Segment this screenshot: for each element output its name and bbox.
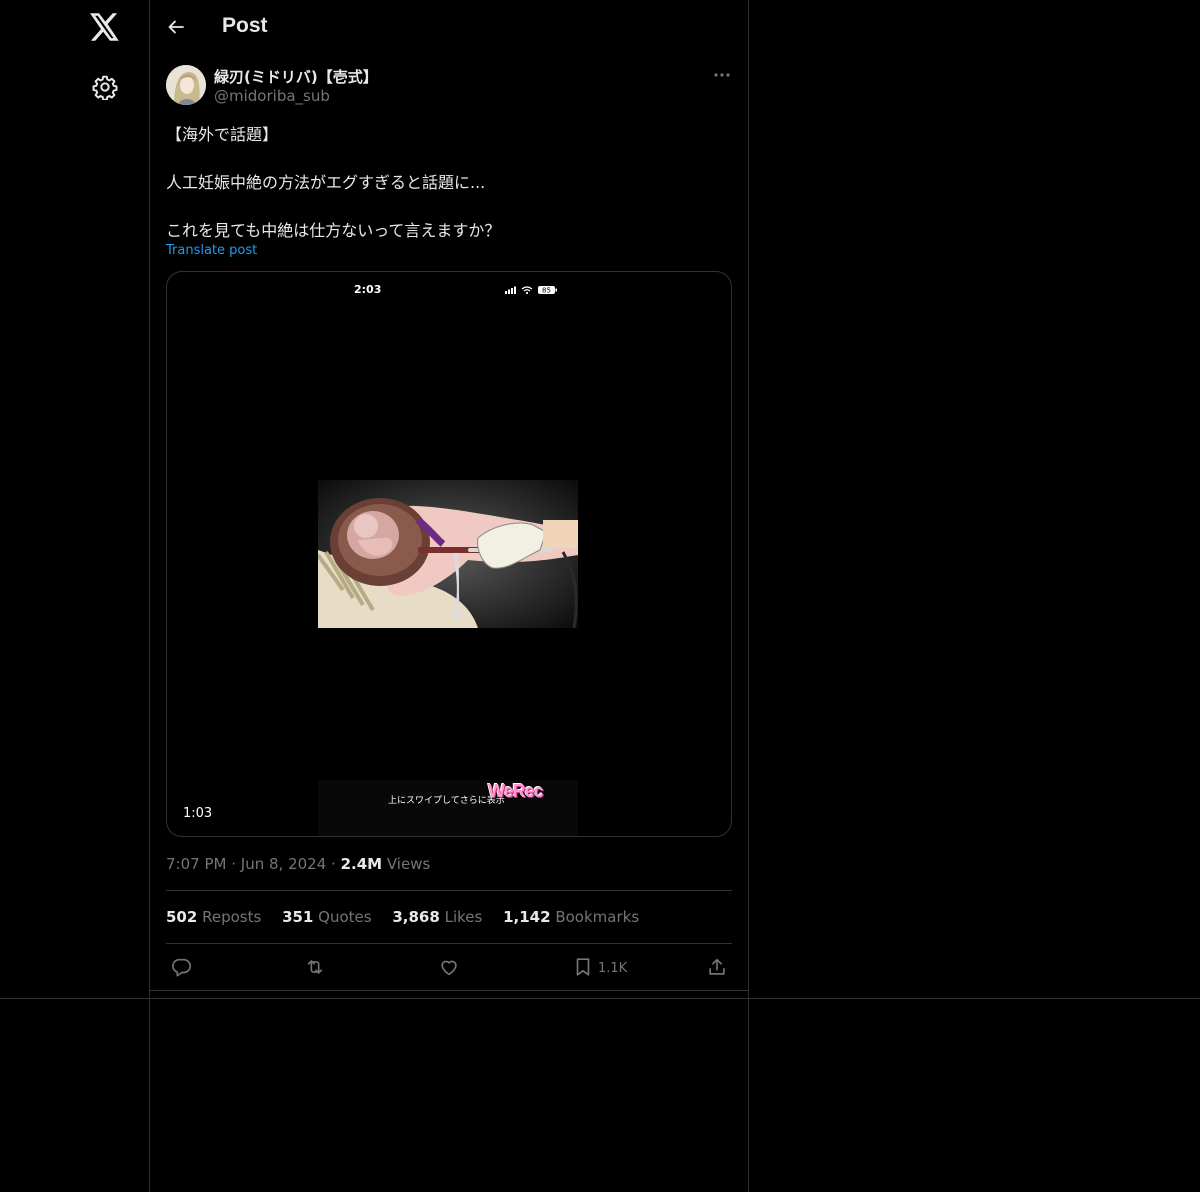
translate-post-link[interactable]: Translate post (166, 243, 257, 258)
engagement-stats: 502 Reposts 351 Quotes 3,868 Likes 1,142… (166, 908, 655, 926)
left-nav (0, 0, 149, 1192)
bookmarks-label: Bookmarks (555, 908, 640, 926)
more-options-icon[interactable] (712, 68, 732, 82)
post-text-line: 人工妊娠中絶の方法がエグすぎると話題に... (166, 173, 486, 192)
reposts-label: Reposts (202, 908, 262, 926)
post-time[interactable]: 7:07 PM (166, 855, 226, 873)
bookmarks-stat[interactable]: 1,142 Bookmarks (503, 908, 639, 926)
avatar[interactable] (166, 65, 206, 105)
repost-icon[interactable] (304, 956, 326, 978)
bookmark-icon[interactable] (572, 956, 594, 978)
action-bar: 1.1K (150, 944, 748, 990)
back-arrow-icon[interactable] (166, 17, 186, 37)
reposts-count: 502 (166, 908, 198, 926)
phone-status-time: 2:03 (354, 283, 382, 296)
horizontal-divider (0, 998, 1200, 999)
divider (150, 990, 748, 991)
post-text-line: これを見ても中絶は仕方ないって言えますか？ (166, 221, 501, 240)
likes-stat[interactable]: 3,868 Likes (392, 908, 482, 926)
post-text-line: 【海外で話題】 (166, 125, 279, 144)
quotes-count: 351 (282, 908, 314, 926)
author-handle[interactable]: @midoriba_sub (214, 87, 330, 105)
quotes-stat[interactable]: 351 Quotes (282, 908, 372, 926)
page-title: Post (222, 14, 268, 37)
werec-watermark: WeRec (488, 781, 544, 801)
reposts-stat[interactable]: 502 Reposts (166, 908, 261, 926)
video-illustration (318, 480, 578, 628)
battery-level: 85 (542, 287, 551, 295)
video-duration: 1:03 (183, 806, 213, 821)
divider (166, 890, 732, 891)
column-divider-right (748, 0, 749, 1192)
post-header: Post (150, 0, 748, 54)
bookmarks-count: 1,142 (503, 908, 551, 926)
bookmark-count: 1.1K (598, 961, 628, 976)
likes-label: Likes (444, 908, 483, 926)
heart-icon[interactable] (438, 956, 460, 978)
column-divider-left (149, 0, 150, 1192)
views-count: 2.4M (340, 855, 383, 873)
author-name[interactable]: 緑刃(ミドリバ)【壱式】 (214, 66, 378, 87)
post-date[interactable]: Jun 8, 2024 (241, 855, 326, 873)
share-icon[interactable] (706, 956, 728, 978)
x-logo-icon[interactable] (90, 13, 120, 41)
post-meta: 7:07 PM · Jun 8, 2024 · 2.4M Views (166, 855, 430, 873)
gear-icon[interactable] (92, 74, 118, 100)
views-label: Views (386, 855, 431, 873)
likes-count: 3,868 (392, 908, 440, 926)
meta-separator: · (231, 855, 241, 873)
video-player[interactable]: 2:03 85 上にスワイプしてさらに表示 WeRec 1:03 (166, 271, 732, 837)
meta-separator: · (331, 855, 341, 873)
quotes-label: Quotes (318, 908, 372, 926)
phone-status-icons: 85 (505, 286, 557, 295)
reply-icon[interactable] (170, 956, 192, 978)
